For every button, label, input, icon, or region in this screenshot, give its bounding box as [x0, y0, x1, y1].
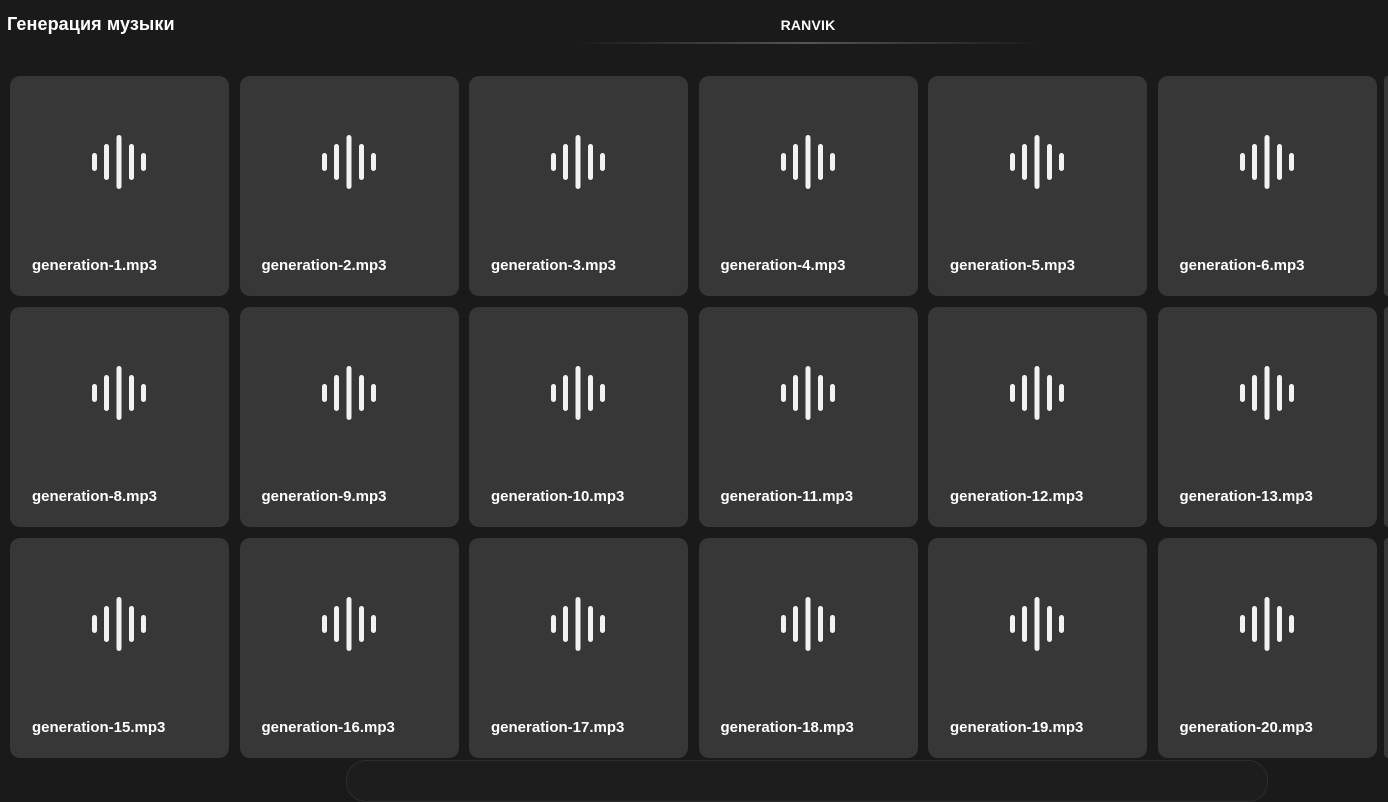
generation-grid: generation-1.mp3 generation-2.mp3 generati… — [10, 76, 1377, 758]
sound-wave-icon — [92, 597, 146, 651]
generation-card[interactable]: generation-4.mp3 — [698, 76, 918, 296]
generation-card[interactable]: generation-1.mp3 — [10, 76, 229, 296]
generation-card[interactable]: generation-13.mp3 — [1157, 307, 1377, 527]
generation-card[interactable]: generation-20.mp3 — [1157, 538, 1377, 758]
generation-card[interactable]: generation-8.mp3 — [10, 307, 229, 527]
sound-wave-icon — [321, 135, 376, 189]
card-filename: generation-3.mp3 — [491, 257, 617, 274]
card-filename: generation-9.mp3 — [261, 488, 387, 505]
generation-card[interactable]: generation-10.mp3 — [469, 307, 688, 527]
card-filename: generation-19.mp3 — [950, 719, 1084, 736]
sound-wave-icon — [551, 597, 605, 651]
card-filename: generation-10.mp3 — [491, 488, 625, 505]
card-filename: generation-15.mp3 — [32, 719, 166, 736]
card-filename: generation-4.mp3 — [720, 257, 846, 274]
sound-wave-icon — [321, 597, 376, 651]
page-title: Генерация музыки — [7, 14, 175, 34]
sound-wave-icon — [321, 366, 376, 420]
card-filename: generation-16.mp3 — [261, 719, 395, 736]
generation-card[interactable]: generation-19.mp3 — [928, 538, 1147, 758]
card-filename: generation-5.mp3 — [950, 257, 1076, 274]
sound-wave-icon — [551, 135, 605, 189]
sound-wave-icon — [1010, 135, 1064, 189]
card-filename: generation-12.mp3 — [950, 488, 1084, 505]
card-filename: generation-8.mp3 — [32, 488, 158, 505]
card-filename: generation-1.mp3 — [32, 257, 158, 274]
brand-underline — [575, 42, 1041, 44]
generation-card[interactable]: generation-2.mp3 — [239, 76, 459, 296]
sound-wave-icon — [92, 135, 146, 189]
card-filename: generation-18.mp3 — [720, 719, 854, 736]
sound-wave-icon — [780, 597, 835, 651]
generation-card[interactable]: generation-5.mp3 — [928, 76, 1147, 296]
sound-wave-icon — [1010, 597, 1064, 651]
generation-card[interactable]: generation-11.mp3 — [698, 307, 918, 527]
card-filename: generation-13.mp3 — [1179, 488, 1313, 505]
generation-card[interactable]: generation-18.mp3 — [698, 538, 918, 758]
generation-card[interactable]: generation-15.mp3 — [10, 538, 229, 758]
sound-wave-icon — [1010, 366, 1064, 420]
sound-wave-icon — [780, 135, 835, 189]
brand-header: RANVIK — [575, 0, 1041, 46]
sound-wave-icon — [1239, 597, 1294, 651]
sound-wave-icon — [92, 366, 146, 420]
card-filename: generation-6.mp3 — [1179, 257, 1305, 274]
bottom-input-bar[interactable] — [346, 760, 1268, 802]
brand-name[interactable]: RANVIK — [575, 17, 1041, 33]
sound-wave-icon — [1239, 135, 1294, 189]
card-filename: generation-2.mp3 — [261, 257, 387, 274]
generation-card[interactable]: generation-9.mp3 — [239, 307, 459, 527]
generation-card[interactable]: generation-3.mp3 — [469, 76, 688, 296]
card-filename: generation-17.mp3 — [491, 719, 625, 736]
next-column-card-peek[interactable] — [1384, 307, 1388, 527]
next-column-card-peek[interactable] — [1384, 76, 1388, 296]
sound-wave-icon — [551, 366, 605, 420]
sound-wave-icon — [1239, 366, 1294, 420]
generation-card[interactable]: generation-16.mp3 — [239, 538, 459, 758]
generation-card[interactable]: generation-17.mp3 — [469, 538, 688, 758]
card-filename: generation-11.mp3 — [720, 488, 854, 505]
next-column-card-peek[interactable] — [1384, 538, 1388, 758]
generation-card[interactable]: generation-12.mp3 — [928, 307, 1147, 527]
generation-card[interactable]: generation-6.mp3 — [1157, 76, 1377, 296]
sound-wave-icon — [780, 366, 835, 420]
card-filename: generation-20.mp3 — [1179, 719, 1313, 736]
